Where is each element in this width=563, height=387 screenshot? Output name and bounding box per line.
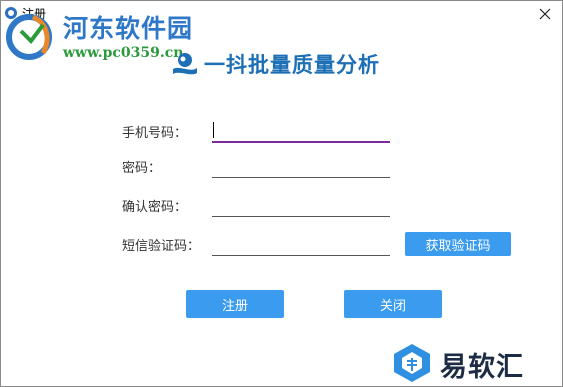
corner-watermark-text: 易软汇 — [440, 352, 524, 383]
password-input[interactable] — [212, 177, 390, 178]
watermark-url: www.pc0359.cn — [63, 45, 184, 61]
watermark-logo-icon — [6, 14, 52, 60]
phone-input[interactable] — [212, 141, 390, 143]
text-caret — [213, 122, 214, 138]
register-button[interactable]: 注册 — [186, 290, 284, 318]
get-code-button[interactable]: 获取验证码 — [405, 232, 511, 256]
confirm-password-input[interactable] — [212, 216, 390, 217]
confirm-password-label: 确认密码： — [122, 200, 188, 215]
corner-logo-icon — [394, 344, 430, 382]
sms-code-label: 短信验证码： — [122, 239, 201, 254]
password-label: 密码： — [122, 161, 162, 176]
sms-code-input[interactable] — [212, 255, 390, 256]
close-icon[interactable] — [534, 4, 556, 24]
watermark-site-name: 河东软件园 — [63, 14, 194, 43]
close-button[interactable]: 关闭 — [344, 290, 442, 318]
brand-logo-icon — [173, 53, 197, 75]
register-window: 注册 河东软件园 www.pc0359.cn 一抖批量质量分析 手机号码： 密码… — [0, 0, 563, 387]
brand-title: 一抖批量质量分析 — [204, 53, 380, 77]
phone-label: 手机号码： — [122, 126, 188, 141]
